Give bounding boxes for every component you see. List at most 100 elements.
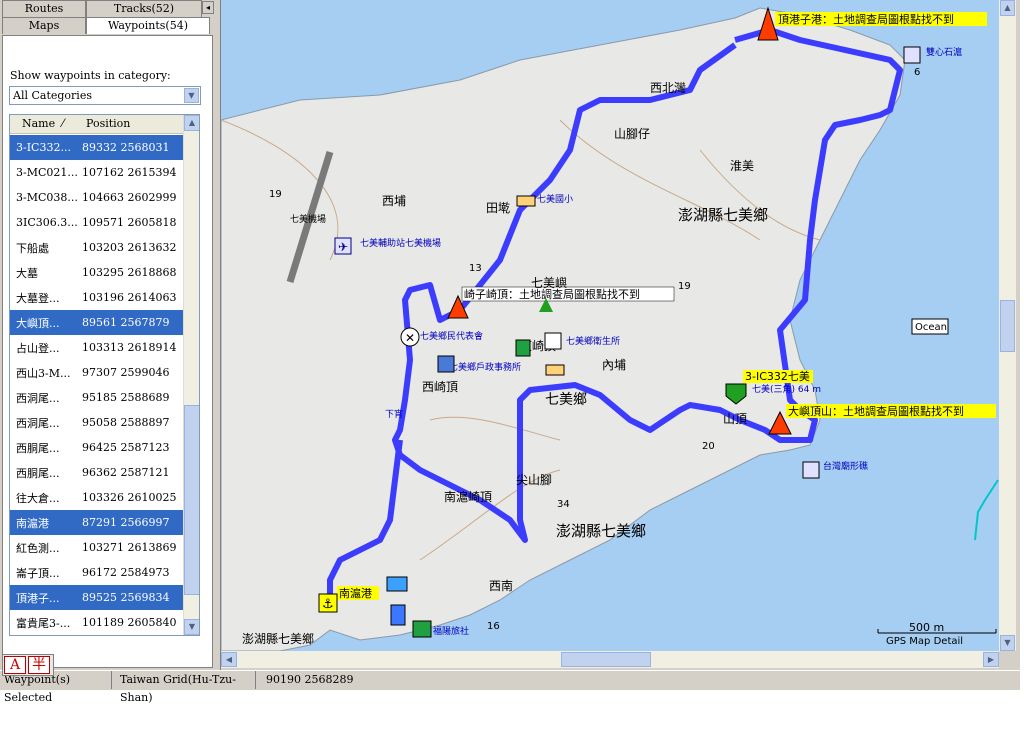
waypoint-name: 大嶼頂...	[16, 316, 60, 330]
bus-icon-2[interactable]	[545, 364, 565, 376]
tab-tracks[interactable]: Tracks(52)	[86, 0, 202, 17]
map-vscroll-thumb[interactable]	[1000, 300, 1015, 352]
waypoint-label-3ic332[interactable]: 3-IC332七美	[745, 370, 810, 383]
scroll-right-icon[interactable]: ▶	[983, 652, 999, 667]
close-glyph: ✕	[405, 331, 415, 345]
table-row[interactable]: 3-MC021... 107162 2615394	[10, 160, 184, 185]
chevron-down-icon[interactable]: ▼	[184, 88, 199, 103]
tab-waypoints[interactable]: Waypoints(54)	[86, 17, 210, 34]
column-header-name[interactable]: Name	[10, 115, 62, 133]
table-row[interactable]: 西胴尾... 96425 2587123	[10, 435, 184, 460]
place-label-nanhuqiding: 南滬崎頂	[444, 489, 492, 504]
table-row[interactable]: 3-MC038... 104663 2602999	[10, 185, 184, 210]
number-label-1: 6	[914, 67, 920, 78]
table-row[interactable]: 西洞尾... 95058 2588897	[10, 410, 184, 435]
table-row[interactable]: 大墓登... 103196 2614063	[10, 285, 184, 310]
table-row[interactable]: 占山登... 103313 2618914	[10, 335, 184, 360]
building-icon[interactable]	[515, 339, 531, 357]
number-label-6: 34	[557, 499, 570, 510]
camera-icon[interactable]	[903, 46, 921, 64]
scroll-down-icon[interactable]: ▼	[1000, 635, 1015, 651]
lodging-icon[interactable]	[412, 620, 432, 638]
number-label-5: 20	[702, 441, 715, 452]
car-icon[interactable]	[386, 576, 408, 592]
tab-maps[interactable]: Maps	[2, 17, 86, 34]
table-row[interactable]: 頂港子... 89525 2569834	[10, 585, 184, 610]
bus-icon[interactable]	[516, 195, 536, 207]
list-scrollbar[interactable]: ▲ ▼	[183, 115, 199, 635]
waypoint-list[interactable]: Name ⁄ Position 3-IC332... 89332 2568031 3…	[9, 114, 200, 636]
sort-indicator-icon: ⁄	[62, 117, 64, 130]
waypoint-label-dayuding[interactable]: 大嶼頂山：土地調查局圖根點找不到	[788, 404, 964, 418]
table-row[interactable]: 往大倉... 103326 2610025	[10, 485, 184, 510]
list-rows: 3-IC332... 89332 2568031 3-MC021... 107162 …	[10, 135, 184, 635]
place-label-temple-reef: 台灣廟形礁	[823, 460, 868, 472]
ime-mode-a[interactable]: A	[4, 656, 26, 674]
map-vertical-scrollbar[interactable]: ▲ ▼	[999, 0, 1016, 651]
table-row[interactable]: 南滬港 87291 2566997	[10, 510, 184, 535]
table-row[interactable]: 大墓 103295 2618868	[10, 260, 184, 285]
waypoint-position: 103271 2613869	[82, 541, 177, 554]
waypoint-name: 3-MC038...	[16, 191, 78, 204]
fuel-icon[interactable]	[390, 604, 406, 626]
airplane-glyph: ✈	[338, 240, 348, 254]
category-selected-value: All Categories	[13, 89, 92, 102]
map-horizontal-scrollbar[interactable]: ◀ ▶	[221, 651, 999, 668]
scroll-left-icon[interactable]: ◀	[221, 652, 237, 667]
place-label-school: 七美國小	[537, 193, 573, 205]
place-label-airport-station: 七美輔助站七美機場	[360, 237, 441, 249]
place-label-qimeiyu: 七美嶼	[531, 276, 567, 290]
table-row[interactable]: 富貴尾3-... 101189 2605840	[10, 610, 184, 635]
ime-toolbar[interactable]: A 半	[2, 654, 54, 676]
table-row[interactable]: 下船處 103203 2613632	[10, 235, 184, 260]
list-header: Name ⁄ Position	[10, 115, 184, 134]
app-window: Maps Waypoints(54) Routes Tracks(52) ◂ S…	[0, 0, 1020, 704]
table-row[interactable]: 崙子頂... 96172 2584973	[10, 560, 184, 585]
waypoint-name: 下船處	[16, 241, 49, 255]
table-row[interactable]: 大嶼頂... 89561 2567879	[10, 310, 184, 335]
tab-routes[interactable]: Routes	[2, 0, 86, 17]
collapse-panel-button[interactable]: ◂	[202, 1, 214, 14]
place-label-neipu: 內埔	[602, 358, 626, 372]
table-row[interactable]: 西洞尾... 95185 2588689	[10, 385, 184, 410]
waypoint-name: 3-MC021...	[16, 166, 78, 179]
hospital-icon[interactable]	[544, 332, 562, 350]
waypoint-position: 103295 2618868	[82, 266, 177, 279]
category-select[interactable]: All Categories ▼	[9, 86, 201, 105]
waypoint-name: 崙子頂...	[16, 566, 60, 580]
table-row[interactable]: 3-IC332... 89332 2568031	[10, 135, 184, 160]
column-header-position[interactable]: Position	[82, 115, 182, 133]
scroll-up-icon[interactable]: ▲	[184, 115, 199, 131]
map-canvas[interactable]: 頂港子港：土地調查局圖根點找不到 崎子崎頂：土地調查局圖根點找不到 3-IC33…	[221, 0, 999, 651]
place-label-xinan: 西南	[489, 578, 513, 593]
waypoint-name: 3-IC332...	[16, 141, 71, 154]
scroll-up-icon[interactable]: ▲	[1000, 0, 1015, 16]
place-label-xibeiwan: 西北灣	[650, 81, 686, 95]
waypoint-name: 大墓登...	[16, 291, 60, 305]
elevation-label: 七美(三角) 64 m	[752, 383, 821, 395]
waypoint-name: 西洞尾...	[16, 391, 60, 405]
scroll-thumb[interactable]	[184, 405, 199, 595]
office-icon[interactable]	[437, 355, 455, 373]
waypoint-label-dingkangzi[interactable]: 頂港子港：土地調查局圖根點找不到	[778, 12, 954, 26]
table-row[interactable]: 紅色測... 103271 2613869	[10, 535, 184, 560]
ocean-label: Ocean	[915, 322, 947, 333]
number-label-7: 16	[487, 621, 500, 632]
map-hscroll-thumb[interactable]	[561, 652, 651, 667]
category-label: Show waypoints in category:	[10, 69, 171, 82]
table-row[interactable]: 西山3-M... 97307 2599046	[10, 360, 184, 385]
table-row[interactable]: 西胴尾... 96362 2587121	[10, 460, 184, 485]
scroll-down-icon[interactable]: ▼	[184, 619, 199, 635]
waypoint-label-nanhugang[interactable]: 南滬港	[339, 586, 372, 600]
place-label-township-1: 澎湖縣七美鄉	[678, 206, 768, 224]
ime-mode-half[interactable]: 半	[28, 656, 50, 674]
map-view[interactable]: 頂港子港：土地調查局圖根點找不到 崎子崎頂：土地調查局圖根點找不到 3-IC33…	[221, 0, 999, 651]
camera-icon-2[interactable]	[802, 461, 820, 479]
place-label-qimeixiang: 七美鄉	[545, 392, 587, 408]
table-row[interactable]: 3IC306.3... 109571 2605818	[10, 210, 184, 235]
place-label-shanjiaozi: 山腳仔	[614, 127, 650, 141]
number-label-3: 13	[469, 263, 482, 274]
place-label-airport: 七美機場	[290, 213, 326, 225]
waypoint-name: 西胴尾...	[16, 466, 60, 480]
waypoint-name: 占山登...	[16, 341, 60, 355]
